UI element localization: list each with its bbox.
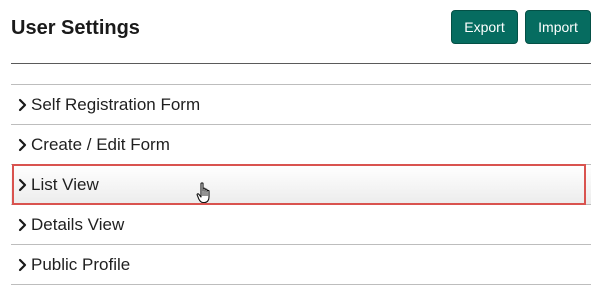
chevron-right-icon: [16, 138, 30, 152]
menu-item-create-edit-form[interactable]: Create / Edit Form: [11, 125, 591, 165]
menu-item-public-profile[interactable]: Public Profile: [11, 245, 591, 285]
menu-item-details-view[interactable]: Details View: [11, 205, 591, 245]
header-divider: [11, 63, 591, 64]
chevron-right-icon: [16, 258, 30, 272]
page-title: User Settings: [11, 17, 140, 39]
menu-item-label: Public Profile: [31, 254, 131, 274]
chevron-right-icon: [16, 218, 30, 232]
chevron-right-icon: [16, 98, 30, 112]
user-settings-page: User Settings Export Import Self Registr…: [0, 0, 595, 286]
chevron-right-icon: [16, 178, 30, 192]
menu-item-label: Self Registration Form: [31, 94, 201, 114]
menu-item-label: Create / Edit Form: [31, 134, 170, 154]
menu-item-self-registration-form[interactable]: Self Registration Form: [11, 85, 591, 125]
settings-menu-list: Self Registration Form Create / Edit For…: [11, 84, 591, 285]
menu-item-label: Details View: [31, 214, 125, 234]
export-button[interactable]: Export: [451, 10, 518, 44]
menu-item-list-view[interactable]: List View: [11, 164, 591, 205]
menu-item-label: List View: [31, 174, 99, 194]
hand-pointer-cursor-icon: [196, 182, 214, 204]
import-button[interactable]: Import: [525, 10, 591, 44]
